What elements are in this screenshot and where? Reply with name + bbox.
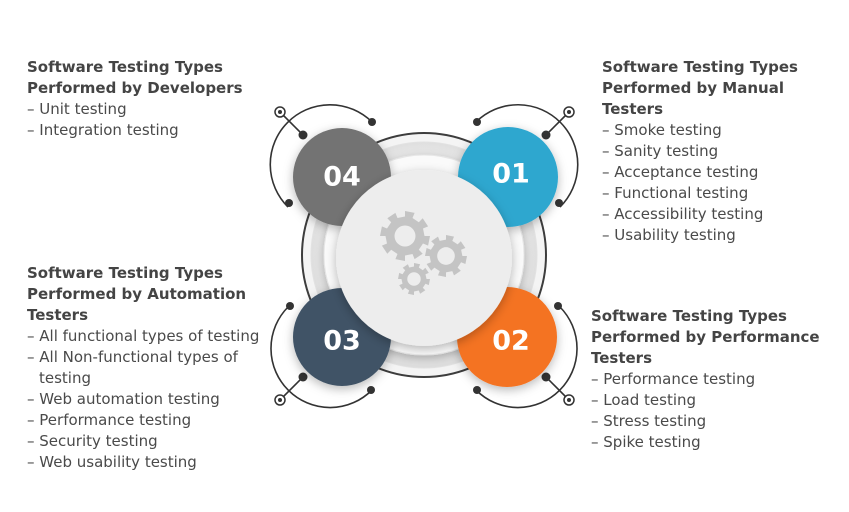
step-03-label: 03 [323,326,361,357]
list-item: Sanity testing [602,141,847,162]
automation-title-2: Performed by Automation [27,285,247,303]
list-item: Web automation testing [27,389,272,410]
list-item: Stress testing [591,411,831,432]
list-item: Performance testing [27,410,272,431]
performance-title-1: Software Testing Types [591,307,787,325]
dot-icon [367,386,375,394]
dot-icon [298,372,308,382]
manual-title-2: Performed by Manual Testers [602,79,784,118]
dot-icon [541,372,551,382]
performance-title-3: Testers [591,349,653,367]
dot-icon [298,130,308,140]
dot-icon [555,199,563,207]
automation-title-1: Software Testing Types [27,264,223,282]
list-item: Accessibility testing [602,204,847,225]
developers-title-2: Performed by Developers [27,79,243,97]
list-item: Usability testing [602,225,847,246]
list-item: Spike testing [591,432,831,453]
list-item: Load testing [591,390,831,411]
list-item: Unit testing [27,99,267,120]
list-item: Performance testing [591,369,831,390]
dot-icon [541,130,551,140]
list-item: Functional testing [602,183,847,204]
performance-testers-block: Software Testing Types Performed by Perf… [591,306,831,453]
dot-icon [473,118,481,126]
dot-icon [286,302,294,310]
step-04-label: 04 [323,162,361,193]
list-item: Acceptance testing [602,162,847,183]
developers-list: Unit testingIntegration testing [27,99,267,141]
step-01-label: 01 [492,159,530,190]
target-dot [567,110,571,114]
performance-title-2: Performed by Performance [591,328,820,346]
automation-list: All functional types of testingAll Non-f… [27,326,272,473]
developers-block: Software Testing Types Performed by Deve… [27,57,267,141]
dot-icon [554,302,562,310]
target-dot [278,110,282,114]
gear-small [398,263,430,295]
list-item: Web usability testing [27,452,272,473]
manual-list: Smoke testingSanity testingAcceptance te… [602,120,847,246]
developers-title-1: Software Testing Types [27,58,223,76]
list-item: Integration testing [27,120,267,141]
dot-icon [473,386,481,394]
center-circle [336,170,512,346]
automation-title-3: Testers [27,306,89,324]
target-dot [278,398,282,402]
dot-icon [368,118,376,126]
list-item: All functional types of testing [27,326,272,347]
list-item: Security testing [27,431,272,452]
performance-list: Performance testingLoad testingStress te… [591,369,831,453]
target-dot [567,398,571,402]
list-item: All Non-functional types of testing [27,347,272,389]
automation-testers-block: Software Testing Types Performed by Auto… [27,263,272,473]
list-item: Smoke testing [602,120,847,141]
step-02-label: 02 [492,326,530,357]
manual-testers-block: Software Testing Types Performed by Manu… [602,57,847,246]
manual-title-1: Software Testing Types [602,58,798,76]
dot-icon [285,199,293,207]
